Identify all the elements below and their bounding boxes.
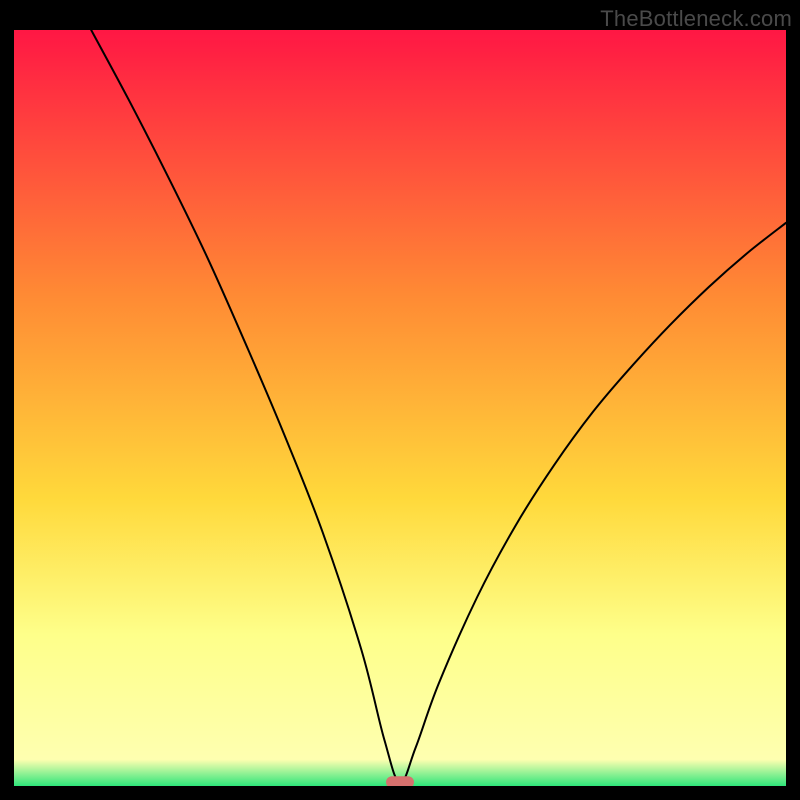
target-marker — [386, 776, 414, 786]
chart-svg — [14, 30, 786, 786]
watermark-text: TheBottleneck.com — [600, 6, 792, 32]
gradient-background — [14, 30, 786, 786]
chart-area — [14, 30, 786, 786]
